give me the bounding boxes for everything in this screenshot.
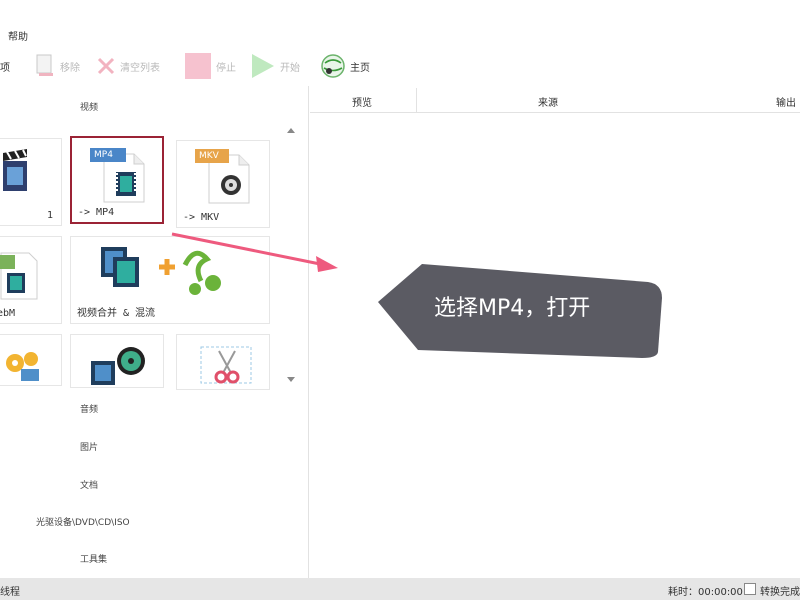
tile-caption: -> MKV [183,212,220,223]
file-list-header: 预览 来源 输出 [310,88,800,113]
status-bar: 线程 耗时：00:00:00 转换完成 [0,578,800,600]
category-video[interactable]: 视频 [80,100,98,113]
instruction-callout: 选择MP4，打开 [378,260,664,358]
remove-label: 移除 [60,62,80,74]
done-checkbox[interactable] [744,583,756,595]
video-tile-7[interactable] [70,334,164,388]
column-source[interactable]: 来源 [538,94,558,109]
mp4-badge: MP4 [94,150,113,160]
category-panel: 视频 1 MP4 -> MP4 MKV -> MKV ebM 视频合并 & 混流… [0,86,300,578]
scroll-up-icon[interactable] [286,126,296,134]
home-label: 主页 [350,62,370,74]
convert-to-mkv-tile[interactable]: MKV -> MKV [176,140,270,228]
start-label: 开始 [280,62,300,74]
convert-to-mp4-tile[interactable]: MP4 -> MP4 [70,136,164,224]
category-document[interactable]: 文档 [80,478,98,491]
mkv-badge: MKV [199,151,219,161]
menu-bar: 帮助 [0,24,800,44]
convert-to-webm-tile[interactable]: ebM [0,236,62,324]
stop-icon [185,53,211,79]
home-button[interactable]: 主页 [320,48,370,84]
start-button[interactable]: 开始 [250,48,300,84]
category-disc[interactable]: 光驱设备\DVD\CD\ISO [36,515,130,528]
tile-caption: -> MP4 [78,207,115,218]
film-reel-icon [91,347,145,385]
video-tile-8[interactable] [176,334,270,390]
video-tile-1[interactable]: 1 [0,138,62,226]
elapsed-time: 耗时：00:00:00 [668,587,743,598]
panel-divider[interactable] [308,86,309,578]
column-output[interactable]: 输出 [776,94,796,109]
clear-list-label: 清空列表 [120,62,160,74]
category-image[interactable]: 图片 [80,440,98,453]
column-divider[interactable] [416,88,417,112]
tile-caption: 视频合并 & 混流 [77,308,156,319]
stop-label: 停止 [216,62,236,74]
toolbar: 项 移除 清空列表 停止 开始 主页 [0,48,800,84]
home-globe-icon [321,54,345,78]
tile-caption: 1 [47,210,54,221]
clear-list-button[interactable]: 清空列表 [96,48,160,84]
status-left-label: 线程 [0,587,20,598]
webm-file-icon [0,252,38,300]
stop-button[interactable]: 停止 [184,48,236,84]
clapperboard-icon [3,149,27,191]
play-icon [252,54,274,78]
done-checkbox-label[interactable]: 转换完成 [760,583,800,598]
gears-icon [6,352,39,381]
annotation-arrow [171,232,338,272]
tile-caption: ebM [0,308,16,319]
category-tools[interactable]: 工具集 [80,552,107,565]
menu-item-help[interactable]: 帮助 [8,28,28,43]
scroll-down-icon[interactable] [286,376,296,384]
scissors-icon [200,346,252,384]
toolbar-partial-item[interactable]: 项 [0,48,10,84]
toolbar-partial-label: 项 [0,62,10,74]
remove-button[interactable]: 移除 [34,48,80,84]
column-preview[interactable]: 预览 [352,94,372,109]
callout-text: 选择MP4，打开 [434,296,591,321]
remove-icon [36,54,53,76]
category-audio[interactable]: 音频 [80,402,98,415]
video-tile-6[interactable] [0,334,62,386]
close-icon [97,57,115,75]
